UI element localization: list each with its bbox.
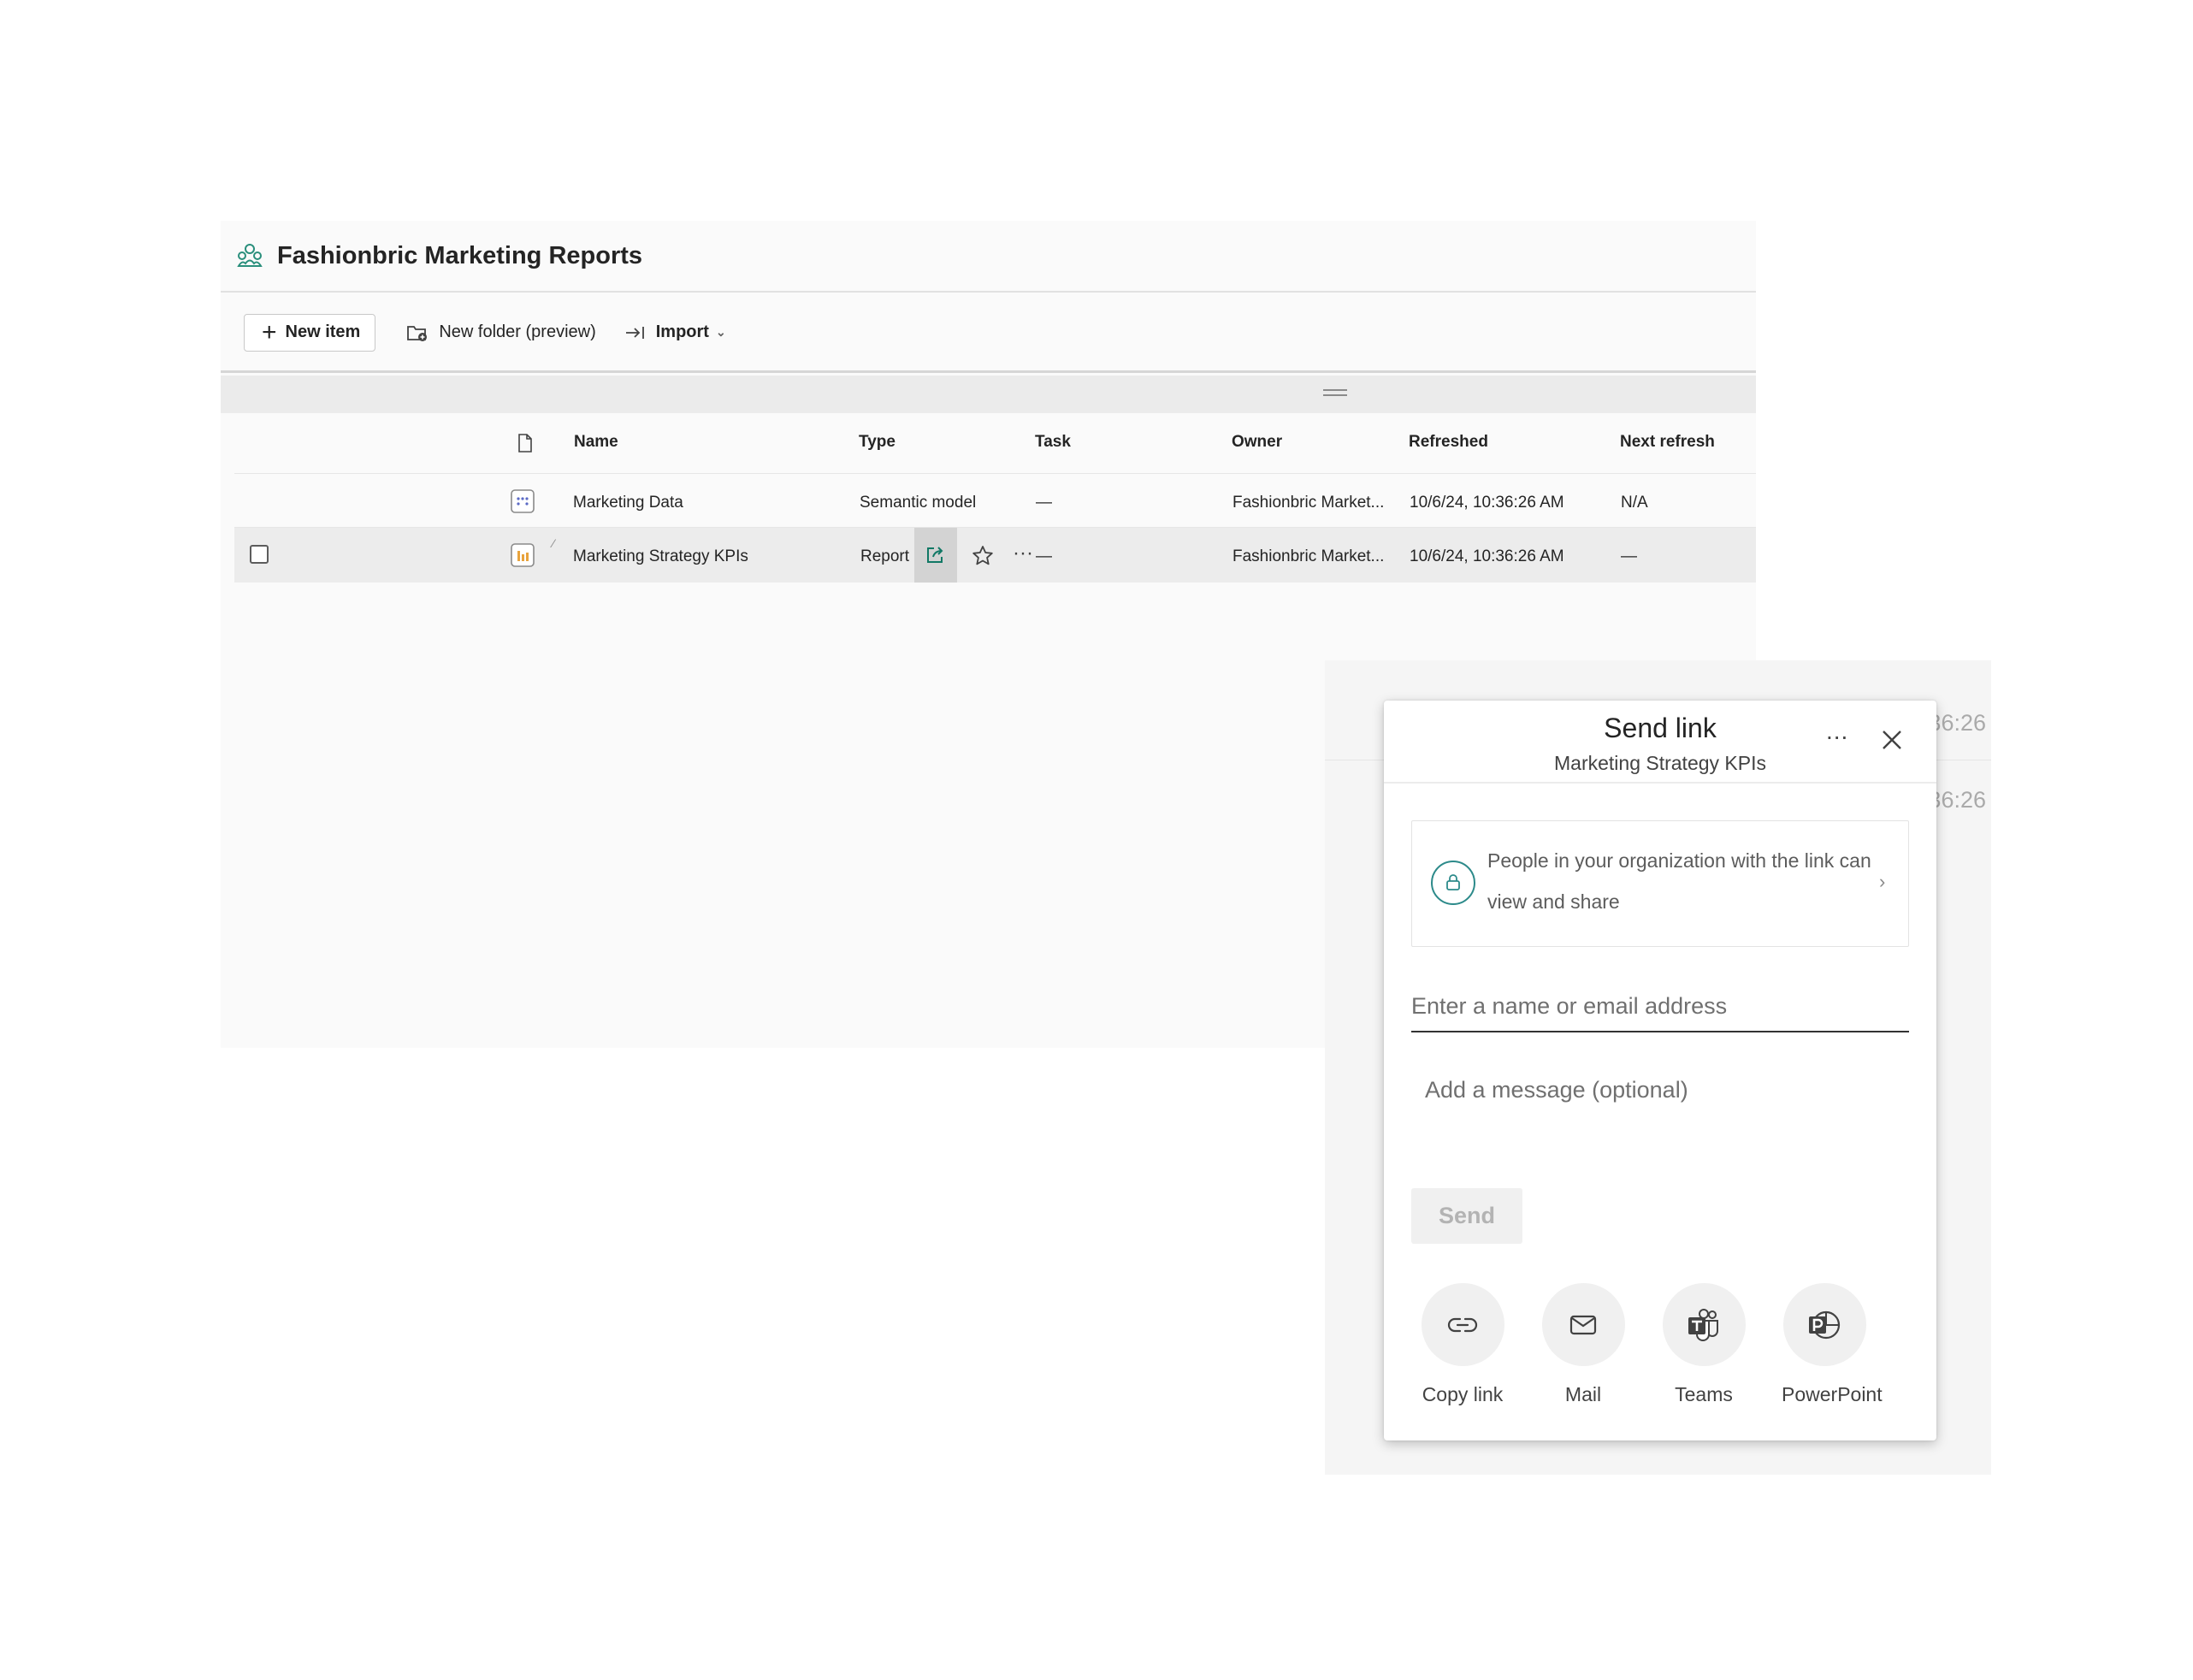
close-icon[interactable] [1881,729,1903,751]
import-icon [625,326,644,339]
powerpoint-option[interactable]: PowerPoint [1782,1283,1883,1406]
powerpoint-icon [1782,1283,1866,1366]
table-row[interactable]: ⁄ Marketing Strategy KPIs ··· Report — F… [234,528,1756,583]
item-name[interactable]: Marketing Strategy KPIs [573,547,748,566]
column-task[interactable]: Task [1035,433,1071,452]
semantic-model-icon [511,489,535,513]
item-owner: Fashionbric Market... [1232,547,1385,565]
pane-splitter[interactable] [221,376,1756,413]
obscured-text: 36:26 [1928,710,1986,736]
dialog-header: Send link Marketing Strategy KPIs ... [1384,701,1936,784]
item-refreshed: 10/6/24, 10:36:26 AM [1410,494,1564,512]
permission-description: People in your organization with the lin… [1487,849,1871,913]
column-next-refresh[interactable]: Next refresh [1620,433,1715,452]
column-type[interactable]: Type [859,433,896,452]
item-owner: Fashionbric Market... [1232,494,1385,512]
favorite-star-icon[interactable] [972,545,994,567]
link-permission-settings[interactable]: People in your organization with the lin… [1411,820,1909,947]
new-folder-label: New folder (preview) [439,322,596,341]
column-name[interactable]: Name [574,433,618,452]
workspace-toolbar: + New item New folder (preview) Import ⌄ [221,294,1756,373]
mail-label: Mail [1564,1383,1602,1405]
dialog-subtitle: Marketing Strategy KPIs [1554,752,1766,774]
plus-icon: + [262,317,277,346]
more-options-icon[interactable]: ... [1826,718,1848,745]
edit-indicator-icon: ⁄ [553,536,555,550]
item-next-refresh: — [1621,547,1637,565]
import-label: Import [655,322,709,341]
items-table: Name Type Task Owner Refreshed Next refr… [234,413,1756,583]
row-checkbox[interactable] [250,545,269,564]
powerpoint-label: PowerPoint [1782,1383,1883,1405]
teams-label: Teams [1675,1383,1733,1405]
send-button[interactable]: Send [1411,1188,1522,1244]
share-button[interactable] [914,528,957,583]
copy-link-label: Copy link [1422,1383,1504,1405]
column-owner[interactable]: Owner [1232,433,1282,452]
message-input[interactable]: Add a message (optional) [1425,1077,1688,1103]
item-type: Report [860,547,910,565]
table-row[interactable]: Marketing Data Semantic model — Fashionb… [234,473,1756,528]
item-refreshed: 10/6/24, 10:36:26 AM [1410,547,1564,565]
item-task: — [1036,494,1052,512]
share-icon [927,547,943,563]
item-type: Semantic model [860,494,977,512]
more-options-icon[interactable]: ··· [1013,541,1033,565]
lock-icon [1431,861,1475,905]
item-task: — [1036,547,1052,565]
item-next-refresh: N/A [1621,494,1648,512]
teams-option[interactable]: Teams [1661,1283,1747,1406]
new-folder-button[interactable]: New folder (preview) [406,322,596,343]
dialog-title: Send link [1604,713,1717,743]
workspace-title: Fashionbric Marketing Reports [277,241,643,269]
file-type-icon [518,434,532,453]
teams-icon [1662,1283,1746,1366]
obscured-text: 36:26 [1928,787,1986,813]
copy-link-option[interactable]: Copy link [1420,1283,1505,1406]
mail-option[interactable]: Mail [1540,1283,1626,1406]
link-icon [1421,1283,1504,1366]
mail-icon [1541,1283,1625,1366]
workspace-icon [237,244,263,267]
table-header: Name Type Task Owner Refreshed Next refr… [234,413,1756,473]
workspace-header: Fashionbric Marketing Reports [221,221,1756,293]
chevron-right-icon: › [1879,871,1886,892]
item-name[interactable]: Marketing Data [573,494,683,512]
folder-add-icon [407,325,428,341]
report-icon [511,543,535,567]
new-item-button[interactable]: + New item [244,313,376,352]
drag-handle-icon[interactable] [1323,389,1347,396]
send-link-dialog: Send link Marketing Strategy KPIs ... Pe… [1384,701,1936,1440]
import-button[interactable]: Import ⌄ [625,322,726,342]
recipient-input[interactable]: Enter a name or email address [1411,985,1909,1032]
column-refreshed[interactable]: Refreshed [1409,433,1488,452]
new-item-label: New item [285,322,361,341]
chevron-down-icon: ⌄ [715,325,726,339]
